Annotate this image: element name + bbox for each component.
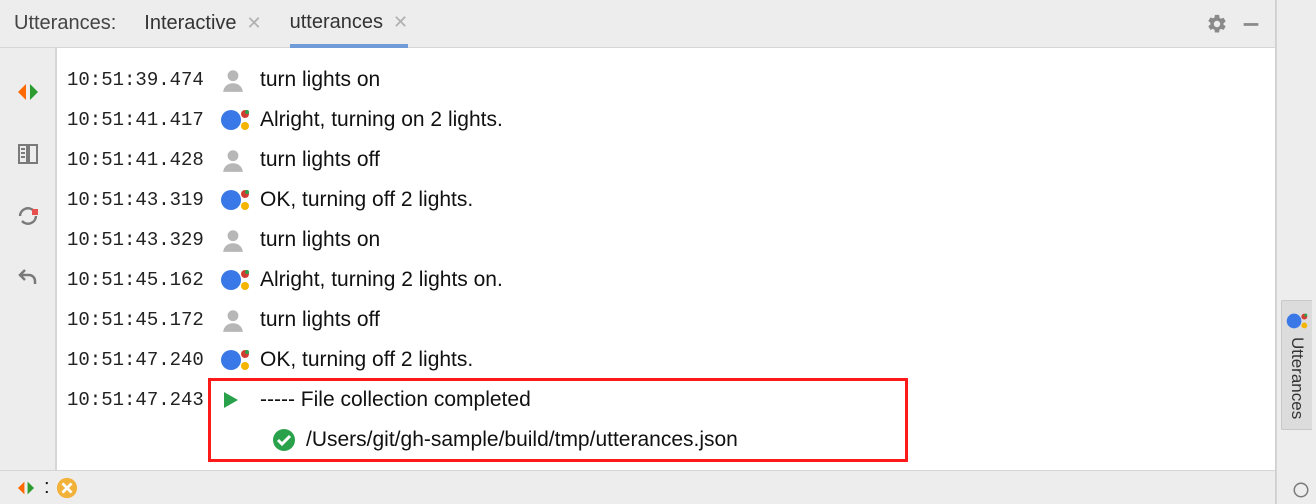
status-colon: :: [44, 476, 50, 499]
timestamp: 10:51:43.319: [57, 180, 212, 220]
timestamp: 10:51:41.417: [57, 100, 212, 140]
tool-gutter: [0, 48, 56, 470]
log-row-assistant: Alright, turning 2 lights on.: [212, 260, 1275, 300]
timestamp: 10:51:41.428: [57, 140, 212, 180]
log-text: turn lights on: [260, 228, 380, 252]
timestamp: 10:51:45.162: [57, 260, 212, 300]
stop-icon[interactable]: [56, 477, 78, 499]
timestamp: 10:51:45.172: [57, 300, 212, 340]
log-text: OK, turning off 2 lights.: [260, 348, 473, 372]
assistant-icon: [220, 347, 260, 373]
completion-header: ----- File collection completed: [260, 388, 531, 412]
close-icon[interactable]: ✕: [393, 12, 408, 33]
log-row-assistant: OK, turning off 2 lights.: [212, 180, 1275, 220]
assistant-icon: [1286, 311, 1308, 331]
expand-collapse-icon[interactable]: [8, 72, 48, 112]
tab-label: Interactive: [144, 12, 236, 35]
success-icon: [272, 428, 306, 452]
play-icon: [220, 390, 260, 410]
log-text: OK, turning off 2 lights.: [260, 188, 473, 212]
side-tool-utterances[interactable]: Utterances: [1281, 300, 1312, 430]
log-row-user: turn lights on: [212, 60, 1275, 100]
log-row-user: turn lights off: [212, 140, 1275, 180]
side-tool-label: Utterances: [1287, 337, 1307, 419]
tab-strip: Utterances: Interactive ✕ utterances ✕: [0, 0, 1275, 48]
log-row-assistant: Alright, turning on 2 lights.: [212, 100, 1275, 140]
tab-interactive[interactable]: Interactive ✕: [144, 0, 261, 47]
wrap-icon[interactable]: [8, 134, 48, 174]
user-icon: [220, 67, 260, 93]
timestamp: 10:51:47.240: [57, 340, 212, 380]
log-row-assistant: OK, turning off 2 lights.: [212, 340, 1275, 380]
assistant-icon: [220, 187, 260, 213]
close-icon[interactable]: ✕: [247, 13, 262, 34]
completion-header-row: ----- File collection completed: [212, 380, 1275, 420]
right-gutter: Utterances Event Log: [1276, 0, 1316, 504]
message-column: turn lights on Alright, turning on 2 lig…: [212, 48, 1275, 470]
log-text: turn lights off: [260, 148, 380, 172]
log-row-user: turn lights on: [212, 220, 1275, 260]
log-panel: 10:51:39.474 10:51:41.417 10:51:41.428 1…: [56, 48, 1275, 470]
gear-icon[interactable]: [1203, 10, 1231, 38]
log-text: turn lights on: [260, 68, 380, 92]
timestamp: 10:51:43.329: [57, 220, 212, 260]
expand-collapse-icon[interactable]: [14, 480, 38, 496]
timestamp-column: 10:51:39.474 10:51:41.417 10:51:41.428 1…: [56, 48, 212, 470]
user-icon: [220, 227, 260, 253]
assistant-icon: [220, 107, 260, 133]
timestamp: 10:51:39.474: [57, 60, 212, 100]
status-bar: :: [0, 470, 1275, 504]
log-text: Alright, turning on 2 lights.: [260, 108, 503, 132]
log-text: turn lights off: [260, 308, 380, 332]
log-text: Alright, turning 2 lights on.: [260, 268, 503, 292]
tab-utterances[interactable]: utterances ✕: [290, 1, 408, 48]
refresh-icon[interactable]: [8, 196, 48, 236]
timestamp: 10:51:47.243: [57, 380, 212, 420]
panel-title: Utterances:: [14, 12, 116, 35]
undo-icon[interactable]: [8, 258, 48, 298]
completion-path-row[interactable]: /Users/git/gh-sample/build/tmp/utterance…: [212, 420, 1275, 460]
completion-path: /Users/git/gh-sample/build/tmp/utterance…: [306, 428, 738, 452]
user-icon: [220, 307, 260, 333]
log-row-user: turn lights off: [212, 300, 1275, 340]
tab-label: utterances: [290, 11, 383, 34]
hide-icon[interactable]: [1237, 10, 1265, 38]
event-log-link[interactable]: Event Log: [1292, 478, 1316, 500]
assistant-icon: [220, 267, 260, 293]
user-icon: [220, 147, 260, 173]
